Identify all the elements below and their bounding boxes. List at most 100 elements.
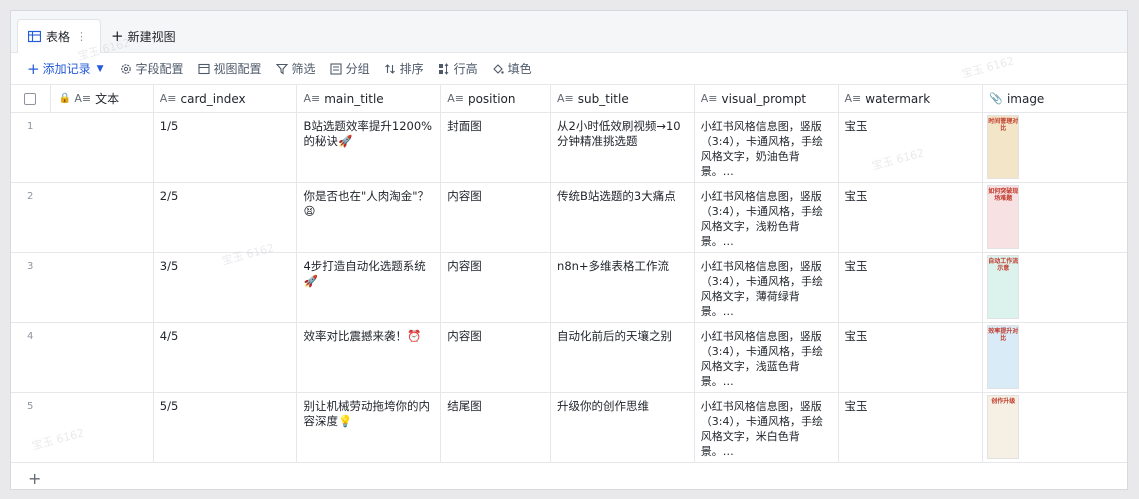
- thumbnail-title: 效率提升对比: [988, 328, 1019, 342]
- tab-table-view[interactable]: 表格 ⋮: [17, 19, 101, 53]
- row-number-cell[interactable]: 1: [11, 113, 51, 182]
- column-header-position[interactable]: A≡ position: [441, 85, 552, 112]
- visual-prompt-cell[interactable]: 小红书风格信息图，竖版（3:4），卡通风格，手绘风格文字，奶油色背景。…: [695, 113, 839, 182]
- text-field-icon: A≡: [557, 92, 574, 105]
- add-record-button[interactable]: + 添加记录 ▼: [27, 60, 104, 78]
- card-index-cell[interactable]: 5/5: [154, 393, 298, 462]
- row-number-cell[interactable]: 3: [11, 253, 51, 322]
- row-height-button[interactable]: 行高: [438, 60, 478, 77]
- position-cell[interactable]: 内容图: [441, 323, 552, 392]
- table-row[interactable]: 2 2/5 你是否也在"人肉淘金"？😫 内容图 传统B站选题的3大痛点 小红书风格信息图，…: [11, 183, 1127, 253]
- row-number: 1: [27, 121, 34, 132]
- sort-button[interactable]: 排序: [384, 60, 424, 77]
- view-tab-bar: 表格 ⋮ + 新建视图: [11, 11, 1127, 53]
- tab-table-label: 表格: [46, 30, 71, 44]
- image-cell[interactable]: 创作升级: [983, 393, 1127, 462]
- sub-title-cell[interactable]: 升级你的创作思维: [551, 393, 695, 462]
- visual-prompt-cell[interactable]: 小红书风格信息图，竖版（3:4），卡通风格，手绘风格文字，浅粉色背景。…: [695, 183, 839, 252]
- sub-title-cell[interactable]: 传统B站选题的3大痛点: [551, 183, 695, 252]
- main-title-cell[interactable]: 4步打造自动化选题系统🚀: [297, 253, 442, 322]
- table-row[interactable]: 5 5/5 别让机械劳动拖垮你的内容深度💡 结尾图 升级你的创作思维 小红书风格信息图，竖…: [11, 393, 1127, 463]
- image-cell[interactable]: 时间管理对比: [983, 113, 1127, 182]
- column-header-text[interactable]: 🔒 A≡ 文本: [51, 85, 154, 112]
- add-row-button[interactable]: +: [11, 465, 1127, 489]
- position-cell[interactable]: 内容图: [441, 183, 552, 252]
- image-thumbnail[interactable]: 效率提升对比: [987, 325, 1020, 389]
- card-index-cell[interactable]: 4/5: [154, 323, 298, 392]
- column-header-main-title[interactable]: A≡ main_title: [297, 85, 442, 112]
- row-number-cell[interactable]: 2: [11, 183, 51, 252]
- view-config-button[interactable]: 视图配置: [197, 60, 262, 77]
- gear-icon: [120, 63, 131, 74]
- column-header-label: sub_title: [577, 91, 629, 106]
- table-row[interactable]: 1 1/5 B站选题效率提升1200%的秘诀🚀 封面图 从2小时低效刷视频→10分钟精准…: [11, 113, 1127, 183]
- sub-title-cell[interactable]: n8n+多维表格工作流: [551, 253, 695, 322]
- thumbnail-title: 时间管理对比: [988, 118, 1019, 132]
- add-record-label: 添加记录: [42, 62, 91, 76]
- lock-icon: 🔒: [58, 93, 72, 104]
- fill-color-button[interactable]: 填色: [492, 60, 532, 77]
- new-view-button[interactable]: + 新建视图: [109, 19, 176, 53]
- plus-icon: +: [111, 27, 124, 45]
- text-cell[interactable]: [51, 393, 154, 462]
- position-cell[interactable]: 封面图: [441, 113, 552, 182]
- visual-prompt-cell[interactable]: 小红书风格信息图，竖版（3:4），卡通风格，手绘风格文字，浅蓝色背景。…: [695, 323, 839, 392]
- select-all-checkbox[interactable]: [24, 92, 37, 105]
- main-title-cell[interactable]: B站选题效率提升1200%的秘诀🚀: [297, 113, 442, 182]
- row-number: 3: [27, 261, 34, 272]
- position-cell[interactable]: 结尾图: [441, 393, 552, 462]
- image-thumbnail[interactable]: 创作升级: [987, 395, 1020, 459]
- column-header-card-index[interactable]: A≡ card_index: [154, 85, 298, 112]
- visual-prompt-cell[interactable]: 小红书风格信息图，竖版（3:4），卡通风格，手绘风格文字，米白色背景。…: [695, 393, 839, 462]
- watermark-cell[interactable]: 宝玉: [839, 323, 984, 392]
- watermark-cell[interactable]: 宝玉: [839, 183, 984, 252]
- column-header-label: image: [1006, 91, 1045, 106]
- card-index-cell[interactable]: 3/5: [154, 253, 298, 322]
- watermark-cell[interactable]: 宝玉: [839, 253, 984, 322]
- sub-title-cell[interactable]: 从2小时低效刷视频→10分钟精准挑选题: [551, 113, 695, 182]
- main-title-cell[interactable]: 别让机械劳动拖垮你的内容深度💡: [297, 393, 442, 462]
- main-title-cell[interactable]: 效率对比震撼来袭！⏰: [297, 323, 442, 392]
- tab-more-icon[interactable]: ⋮: [76, 30, 87, 43]
- image-thumbnail[interactable]: 时间管理对比: [987, 115, 1020, 179]
- position-cell[interactable]: 内容图: [441, 253, 552, 322]
- text-cell[interactable]: [51, 323, 154, 392]
- group-label: 分组: [345, 62, 370, 76]
- table-row[interactable]: 3 3/5 4步打造自动化选题系统🚀 内容图 n8n+多维表格工作流 小红书风格信息图，竖…: [11, 253, 1127, 323]
- text-cell[interactable]: [51, 253, 154, 322]
- row-number: 2: [27, 191, 34, 202]
- thumbnail-title: 自动工作流示意: [988, 258, 1019, 272]
- header-row: 🔒 A≡ 文本 A≡ card_index A≡ main_title A≡ posi…: [11, 85, 1127, 113]
- watermark-cell[interactable]: 宝玉: [839, 113, 984, 182]
- column-header-sub-title[interactable]: A≡ sub_title: [551, 85, 695, 112]
- field-config-button[interactable]: 字段配置: [120, 60, 184, 77]
- fill-color-label: 填色: [507, 62, 532, 76]
- select-all-checkbox-cell[interactable]: [11, 85, 51, 112]
- column-header-visual-prompt[interactable]: A≡ visual_prompt: [695, 85, 839, 112]
- image-cell[interactable]: 效率提升对比: [983, 323, 1127, 392]
- column-header-watermark[interactable]: A≡ watermark: [839, 85, 984, 112]
- image-cell[interactable]: 自动工作流示意: [983, 253, 1127, 322]
- text-cell[interactable]: [51, 183, 154, 252]
- row-number-cell[interactable]: 4: [11, 323, 51, 392]
- row-number: 4: [27, 331, 34, 342]
- sort-icon: [384, 63, 395, 74]
- image-thumbnail[interactable]: 如何突破现场难题: [987, 185, 1020, 249]
- paint-bucket-icon: [492, 63, 504, 74]
- filter-icon: [275, 63, 288, 75]
- image-thumbnail[interactable]: 自动工作流示意: [987, 255, 1020, 319]
- table-row[interactable]: 4 4/5 效率对比震撼来袭！⏰ 内容图 自动化前后的天壤之别 小红书风格信息图，竖版（3…: [11, 323, 1127, 393]
- text-cell[interactable]: [51, 113, 154, 182]
- main-title-cell[interactable]: 你是否也在"人肉淘金"？😫: [297, 183, 442, 252]
- row-number-cell[interactable]: 5: [11, 393, 51, 462]
- card-index-cell[interactable]: 2/5: [154, 183, 298, 252]
- visual-prompt-cell[interactable]: 小红书风格信息图，竖版（3:4），卡通风格，手绘风格文字，薄荷绿背景。…: [695, 253, 839, 322]
- sub-title-cell[interactable]: 自动化前后的天壤之别: [551, 323, 695, 392]
- column-header-image[interactable]: 📎 image: [983, 85, 1127, 112]
- watermark-cell[interactable]: 宝玉: [839, 393, 984, 462]
- image-cell[interactable]: 如何突破现场难题: [983, 183, 1127, 252]
- card-index-cell[interactable]: 1/5: [154, 113, 298, 182]
- column-header-label: card_index: [180, 91, 246, 106]
- group-button[interactable]: 分组: [330, 60, 370, 77]
- filter-button[interactable]: 筛选: [275, 60, 316, 77]
